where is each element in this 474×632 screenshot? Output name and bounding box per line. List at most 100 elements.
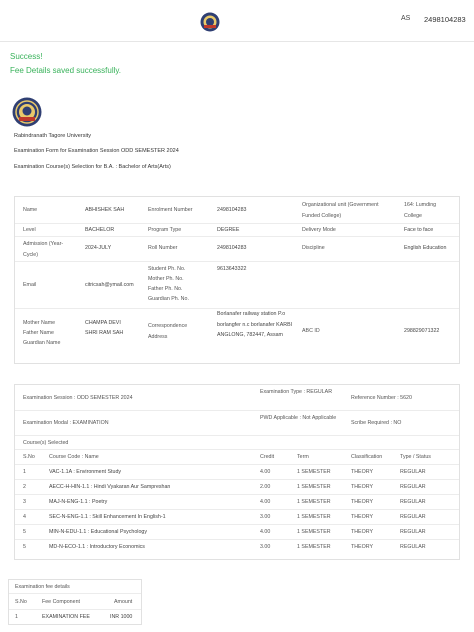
course-table-header: S.No Course Code : Name Credit Term Clas… <box>15 450 459 465</box>
university-logo-icon[interactable] <box>200 12 220 32</box>
row-class: THEORY <box>351 514 373 520</box>
abc-id-value: 298829071322 <box>404 328 440 334</box>
exam-type: Examination Type : REGULAR <box>260 389 333 395</box>
address-label: Correspondence Address <box>148 323 188 340</box>
courses-selected-label: Course(s) Selected <box>23 440 69 446</box>
table-row: 1 EXAMINATION FEE INR 1000 <box>9 610 141 625</box>
table-row: 4 SEC-N-ENG-1.1 : Skill Enhancement In E… <box>15 510 459 525</box>
father-name-value: SHRI RAM SAH <box>85 330 124 336</box>
delivery-mode-label: Delivery Mode <box>302 227 336 233</box>
fee-row-sno: 1 <box>15 614 18 620</box>
reference-number: Reference Number : 5620 <box>351 395 412 401</box>
student-row-name: Name ABHISHEK SAH Enrolment Number 24981… <box>15 197 459 224</box>
fee-title: Examination fee details <box>15 584 70 590</box>
row-sno: 5 <box>23 529 26 535</box>
table-row: 5 MIN-N-EDU-1.1 : Educational Psychology… <box>15 525 459 540</box>
delivery-mode-value: Face to face <box>404 227 434 233</box>
student-details-card: Name ABHISHEK SAH Enrolment Number 24981… <box>14 196 460 364</box>
table-row: 5 MD-N-ECO-1.1 : Introductory Economics … <box>15 540 459 555</box>
exam-modal: Examination Modal : EXAMINATION <box>23 420 109 426</box>
row-term: 1 SEMESTER <box>297 499 331 505</box>
student-phone-label: Student Ph. No. <box>148 266 186 272</box>
enrolment-value: 2498104283 <box>217 207 247 213</box>
user-id[interactable]: 2498104283 <box>424 15 466 24</box>
success-title: Success! <box>10 52 43 61</box>
scribe-required: Scribe Required : NO <box>351 420 402 426</box>
father-name-label: Father Name <box>23 330 54 336</box>
row-term: 1 SEMESTER <box>297 469 331 475</box>
org-unit-label: Organizational unit (Government Funded C… <box>302 202 379 219</box>
program-type-value: DEGREE <box>217 227 240 233</box>
course-selection-title: Examination Course(s) Selection for B.A.… <box>14 164 171 170</box>
discipline-label: Discipline <box>302 245 325 251</box>
enrolment-label: Enrolment Number <box>148 207 193 213</box>
row-status: REGULAR <box>400 529 426 535</box>
guardian-name-label: Guardian Name <box>23 340 61 346</box>
fee-table-header: S.No Fee Component Amount <box>9 594 141 610</box>
row-class: THEORY <box>351 529 373 535</box>
roll-number-value: 2498104283 <box>217 245 247 251</box>
admission-label: Admission (Year-Cycle) <box>23 241 64 258</box>
row-credit: 4.00 <box>260 469 271 475</box>
address-value: Borlanafer railway station P.o borlangfe… <box>217 311 293 338</box>
exam-row-modal: Examination Modal : EXAMINATION PWD Appl… <box>15 411 459 436</box>
father-phone-label: Father Ph. No. <box>148 286 183 292</box>
row-course: VAC-1.1A : Environment Study <box>49 469 122 475</box>
mother-name-label: Mother Name <box>23 320 56 326</box>
row-term: 1 SEMESTER <box>297 544 331 550</box>
col-status: Type / Status <box>400 454 431 460</box>
row-credit: 3.00 <box>260 514 271 520</box>
name-value: ABHISHEK SAH <box>85 207 125 213</box>
exam-form-title: Examination Form for Examination Session… <box>14 148 179 154</box>
row-class: THEORY <box>351 469 373 475</box>
fee-col-sno: S.No <box>15 599 27 605</box>
row-course: MD-N-ECO-1.1 : Introductory Economics <box>49 544 145 550</box>
exam-row-session: Examination Session : ODD SEMESTER 2024 … <box>15 385 459 411</box>
name-label: Name <box>23 207 38 213</box>
success-message: Fee Details saved successfully. <box>10 66 122 75</box>
guardian-phone-label: Guardian Ph. No. <box>148 296 189 302</box>
fee-details-card: Examination fee details S.No Fee Compone… <box>8 579 142 625</box>
row-status: REGULAR <box>400 499 426 505</box>
program-type-label: Program Type <box>148 227 182 233</box>
email-value: citricsah@ymail.com <box>85 282 134 288</box>
row-sno: 5 <box>23 544 26 550</box>
row-credit: 2.00 <box>260 484 271 490</box>
top-bar: AS 2498104283 <box>0 0 474 42</box>
row-credit: 4.00 <box>260 499 271 505</box>
admission-value: 2024-JULY <box>85 245 112 251</box>
col-sno: S.No <box>23 454 35 460</box>
table-row: 2 AECC-H-HIN-1.1 : Hindi Vyakaran Aur Sa… <box>15 480 459 495</box>
exam-session: Examination Session : ODD SEMESTER 2024 <box>23 395 133 401</box>
row-term: 1 SEMESTER <box>297 514 331 520</box>
mother-name-value: CHAMPA DEVI <box>85 320 121 326</box>
mother-phone-label: Mother Ph. No. <box>148 276 184 282</box>
courses-selected-row: Course(s) Selected <box>15 436 459 450</box>
abc-id-label: ABC ID <box>302 328 320 334</box>
row-sno: 2 <box>23 484 26 490</box>
row-class: THEORY <box>351 484 373 490</box>
university-name: Rabindranath Tagore University <box>14 133 91 139</box>
discipline-value: English Education <box>404 245 447 251</box>
row-status: REGULAR <box>400 484 426 490</box>
row-credit: 3.00 <box>260 544 271 550</box>
fee-col-component: Fee Component <box>42 599 80 605</box>
row-course: MAJ-N-ENG-1.1 : Poetry <box>49 499 108 505</box>
row-course: MIN-N-EDU-1.1 : Educational Psychology <box>49 529 148 535</box>
user-initials[interactable]: AS <box>401 15 410 22</box>
email-label: Email <box>23 282 37 288</box>
student-row-contact: Email citricsah@ymail.com Student Ph. No… <box>15 262 459 309</box>
student-row-admission: Admission (Year-Cycle) 2024-JULY Roll Nu… <box>15 237 459 262</box>
row-sno: 4 <box>23 514 26 520</box>
row-sno: 1 <box>23 469 26 475</box>
row-status: REGULAR <box>400 544 426 550</box>
row-class: THEORY <box>351 544 373 550</box>
fee-col-amount: Amount <box>114 599 133 605</box>
student-row-level: Level BACHELOR Program Type DEGREE Deliv… <box>15 224 459 237</box>
table-row: 1 VAC-1.1A : Environment Study 4.00 1 SE… <box>15 465 459 480</box>
row-status: REGULAR <box>400 469 426 475</box>
row-term: 1 SEMESTER <box>297 484 331 490</box>
pwd-applicable: PWD Applicable : Not Applicable <box>260 415 337 421</box>
row-course: SEC-N-ENG-1.1 : Skill Enhancement In Eng… <box>49 514 166 520</box>
org-unit-value: 164: Lumding College <box>404 202 437 219</box>
